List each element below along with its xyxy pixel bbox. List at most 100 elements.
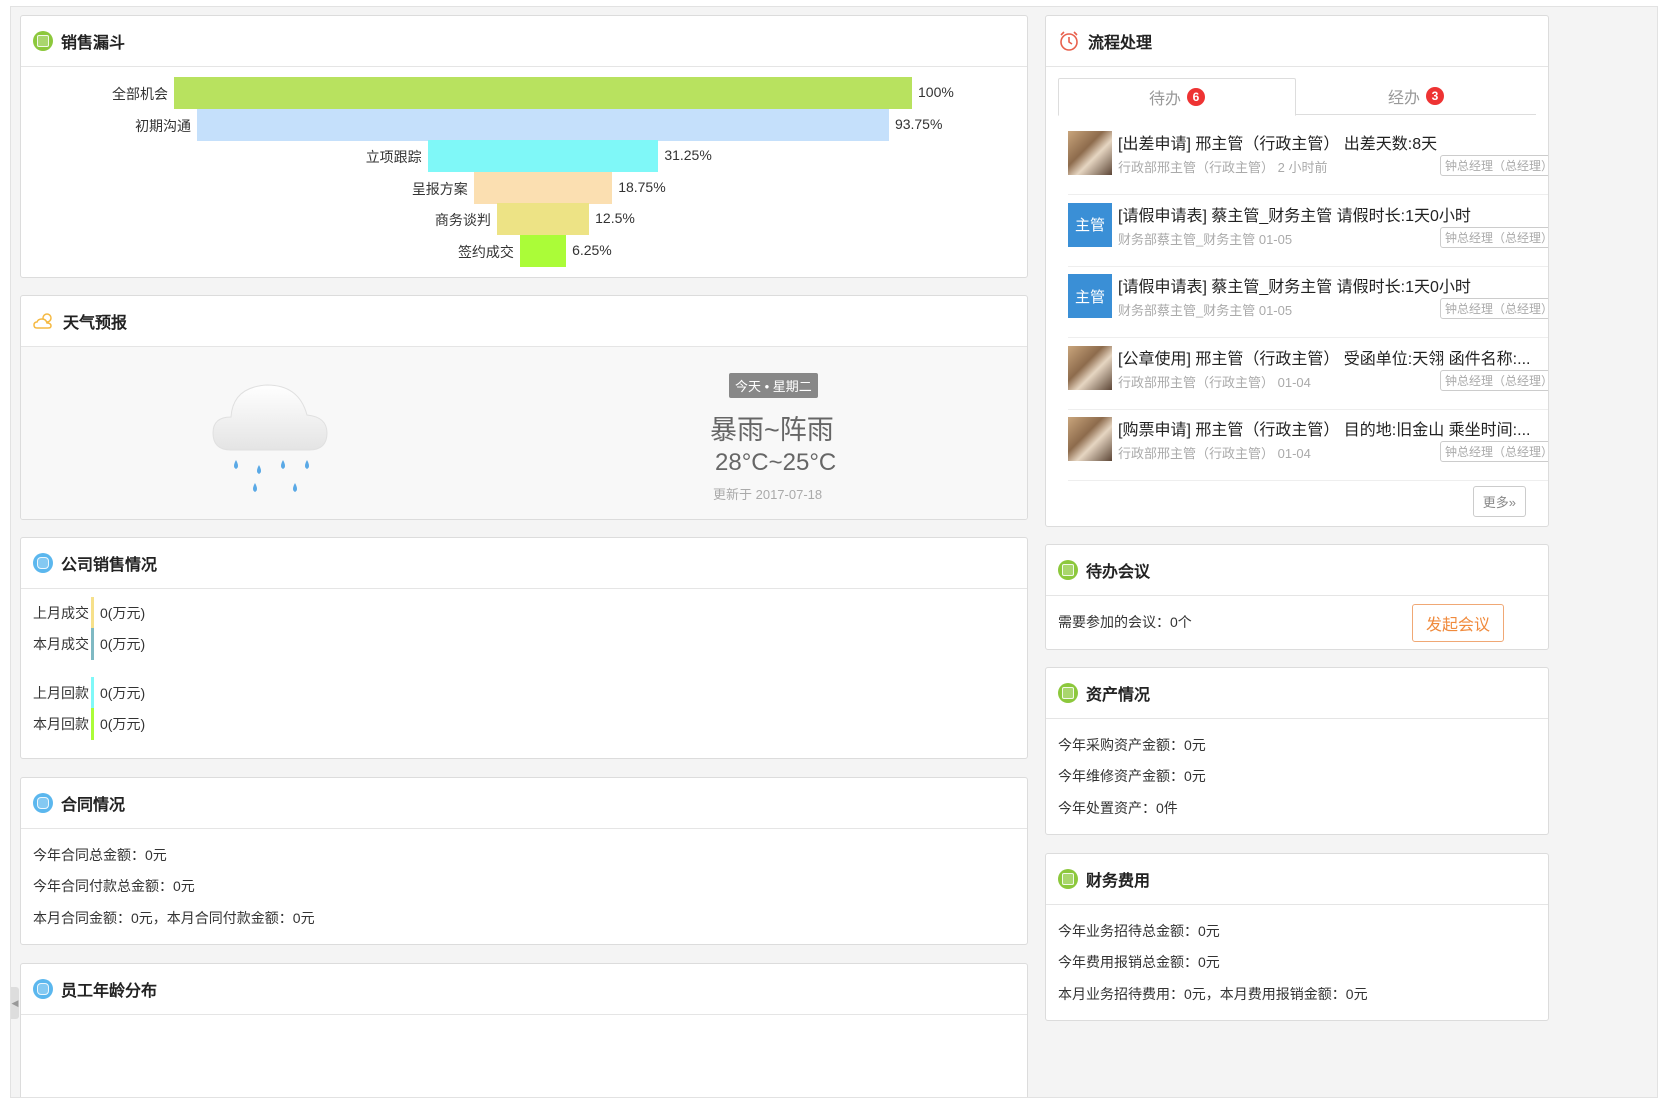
panel-header: 流程处理 bbox=[1046, 16, 1548, 67]
avatar bbox=[1068, 417, 1112, 461]
task-item[interactable]: [购票申请] 邢主管（行政主管） 目的地:旧金山 乘坐时间:... 行政部邢主管（… bbox=[1068, 408, 1548, 481]
contract-line: 今年合同总金额：0元 bbox=[33, 847, 167, 863]
contract-line: 本月合同金额：0元，本月合同付款金额：0元 bbox=[33, 910, 315, 926]
tab-label: 经办 bbox=[1387, 90, 1420, 107]
finance-panel: 财务费用 今年业务招待总金额：0元 今年费用报销总金额：0元 本月业务招待费用：… bbox=[1045, 853, 1549, 1021]
stat-bar bbox=[91, 708, 94, 740]
funnel-stage-value: 31.25% bbox=[664, 147, 712, 163]
panel-title: 公司销售情况 bbox=[61, 557, 158, 574]
meeting-count: 需要参加的会议：0个 bbox=[1058, 614, 1192, 630]
workflow-tabs: 待办 6 经办 3 bbox=[1058, 78, 1536, 116]
funnel-stage-label: 立项跟踪 bbox=[365, 149, 422, 165]
workflow-panel: 流程处理 待办 6 经办 3 [出差申请] 邢主管（行政主管） 出差天数:8天行政部… bbox=[1045, 15, 1549, 527]
panel-title: 员工年龄分布 bbox=[61, 983, 158, 1000]
task-item[interactable]: [公章使用] 邢主管（行政主管） 受函单位:天翎 函件名称:... 行政部邢主管（… bbox=[1068, 337, 1548, 410]
task-title[interactable]: [购票申请] 邢主管（行政主管） 目的地:旧金山 乘坐时间:... bbox=[1118, 416, 1530, 440]
funnel-stage-label: 商务谈判 bbox=[434, 212, 491, 228]
funnel-bar bbox=[496, 203, 590, 235]
funnel-stage-label: 全部机会 bbox=[112, 86, 168, 102]
count-badge: 6 bbox=[1187, 88, 1205, 106]
assignee-tag: 钟总经理（总经理） bbox=[1439, 369, 1548, 391]
cloud-sun-icon bbox=[33, 311, 55, 331]
funnel-stage-value: 18.75% bbox=[618, 178, 666, 195]
tab-label: 待办 bbox=[1148, 91, 1181, 108]
avatar bbox=[1068, 345, 1112, 390]
tab-handled[interactable]: 经办 3 bbox=[1298, 78, 1534, 114]
finance-line: 今年业务招待总金额：0元 bbox=[1058, 923, 1220, 939]
stat-value: 0(万元) bbox=[100, 685, 146, 701]
start-meeting-button[interactable]: 发起会议 bbox=[1412, 604, 1504, 642]
funnel-bar bbox=[427, 140, 659, 172]
tab-pending[interactable]: 待办 6 bbox=[1058, 78, 1296, 116]
stat-row-last-month-deal: 上月成交 0(万元) bbox=[33, 597, 145, 629]
panel-title: 天气预报 bbox=[63, 315, 128, 332]
panel-header: 合同情况 bbox=[21, 778, 1027, 829]
weather-panel: 天气预报 今天 • 星期二 暴雨~阵雨 28°C~25°C 更新于 2017-0… bbox=[20, 295, 1028, 520]
stat-row-this-month-payment: 本月回款 0(万元) bbox=[33, 708, 145, 740]
task-title[interactable]: [请假申请表] 蔡主管_财务主管 请假时长:1天0小时 bbox=[1118, 202, 1471, 226]
alarm-clock-icon bbox=[1058, 30, 1080, 52]
chevron-left-icon: ◀ bbox=[11, 997, 19, 1008]
chat-icon bbox=[33, 979, 53, 999]
task-meta: 行政部邢主管（行政主管） 01-04 bbox=[1118, 446, 1311, 461]
sales-funnel-panel: 销售漏斗 全部机会 100% 初期沟通 93.75% 立项跟踪 31.25% 呈报方案 18.… bbox=[20, 15, 1028, 278]
task-meta: 行政部邢主管（行政主管） 2 小时前 bbox=[1118, 160, 1328, 175]
panel-title: 资产情况 bbox=[1086, 687, 1151, 704]
finance-line: 本月业务招待费用：0元，本月费用报销金额：0元 bbox=[1058, 986, 1368, 1002]
assets-panel: 资产情况 今年采购资产金额：0元 今年维修资产金额：0元 今年处置资产：0件 bbox=[1045, 667, 1549, 835]
weather-body: 今天 • 星期二 暴雨~阵雨 28°C~25°C 更新于 2017-07-18 bbox=[21, 347, 1027, 519]
assignee-tag: 钟总经理（总经理） bbox=[1439, 298, 1548, 319]
stat-row-last-month-payment: 上月回款 0(万元) bbox=[33, 677, 145, 709]
weather-description: 暴雨~阵雨 bbox=[710, 415, 834, 445]
assignee-tag: 钟总经理（总经理） bbox=[1439, 441, 1548, 462]
task-meta: 财务部蔡主管_财务主管 01-05 bbox=[1118, 231, 1293, 247]
chat-icon bbox=[33, 553, 53, 573]
asset-line: 今年处置资产：0件 bbox=[1058, 800, 1178, 816]
stat-label: 上月回款 bbox=[33, 685, 89, 701]
panel-title: 待办会议 bbox=[1086, 564, 1151, 581]
funnel-chart: 全部机会 100% 初期沟通 93.75% 立项跟踪 31.25% 呈报方案 18.75% 商务… bbox=[21, 67, 1027, 277]
task-title[interactable]: [请假申请表] 蔡主管_财务主管 请假时长:1天0小时 bbox=[1118, 273, 1471, 297]
panel-header: 财务费用 bbox=[1046, 854, 1548, 905]
panel-header: 待办会议 bbox=[1046, 545, 1548, 596]
stat-label: 本月成交 bbox=[33, 636, 89, 652]
panel-title: 流程处理 bbox=[1088, 35, 1153, 52]
rain-cloud-icon bbox=[211, 365, 331, 495]
assignee-tag: 钟总经理（总经理） bbox=[1439, 155, 1548, 176]
finance-line: 今年费用报销总金额：0元 bbox=[1058, 954, 1220, 970]
stat-bar bbox=[91, 677, 94, 709]
avatar bbox=[1068, 131, 1112, 175]
weather-updated: 更新于 2017-07-18 bbox=[713, 487, 823, 502]
collapse-handle[interactable]: ◀ bbox=[11, 987, 19, 1019]
task-item[interactable]: [出差申请] 邢主管（行政主管） 出差天数:8天行政部邢主管（行政主管） 2 小… bbox=[1068, 122, 1548, 195]
task-title[interactable]: [出差申请] 邢主管（行政主管） 出差天数:8天 bbox=[1118, 130, 1437, 154]
dashboard: 销售漏斗 全部机会 100% 初期沟通 93.75% 立项跟踪 31.25% 呈报方案 18.… bbox=[10, 6, 1658, 1098]
funnel-stage-value: 12.5% bbox=[595, 210, 635, 226]
panel-title: 销售漏斗 bbox=[61, 35, 126, 52]
contract-line: 今年合同付款总金额：0元 bbox=[33, 878, 195, 894]
avatar: 主管 bbox=[1068, 274, 1112, 318]
table-icon bbox=[33, 31, 53, 51]
funnel-bar bbox=[174, 77, 912, 109]
task-title[interactable]: [公章使用] 邢主管（行政主管） 受函单位:天翎 函件名称:... bbox=[1118, 345, 1530, 369]
employee-age-panel: 员工年龄分布 bbox=[20, 963, 1028, 1097]
assignee-tag: 钟总经理（总经理） bbox=[1439, 226, 1548, 248]
table-icon bbox=[1058, 683, 1078, 703]
funnel-bar bbox=[519, 234, 567, 267]
task-item[interactable]: 主管 [请假申请表] 蔡主管_财务主管 请假时长:1天0小时财务部蔡主管_财务主管… bbox=[1068, 194, 1548, 267]
funnel-stage-value: 100% bbox=[918, 84, 954, 100]
stat-value: 0(万元) bbox=[100, 636, 146, 652]
panel-header: 销售漏斗 bbox=[21, 16, 1027, 67]
avatar: 主管 bbox=[1068, 202, 1112, 247]
funnel-bar bbox=[473, 171, 613, 204]
task-meta: 财务部蔡主管_财务主管 01-05 bbox=[1118, 303, 1293, 318]
funnel-stage-label: 初期沟通 bbox=[135, 117, 192, 134]
task-item[interactable]: 主管 [请假申请表] 蔡主管_财务主管 请假时长:1天0小时财务部蔡主管_财务主管… bbox=[1068, 265, 1548, 338]
panel-header: 员工年龄分布 bbox=[21, 964, 1027, 1015]
stat-bar bbox=[91, 628, 94, 660]
more-button[interactable]: 更多» bbox=[1472, 486, 1526, 517]
stat-label: 上月成交 bbox=[33, 605, 89, 621]
stat-bar bbox=[91, 597, 94, 629]
weather-temperature: 28°C~25°C bbox=[715, 449, 837, 476]
task-meta: 行政部邢主管（行政主管） 01-04 bbox=[1118, 374, 1311, 390]
